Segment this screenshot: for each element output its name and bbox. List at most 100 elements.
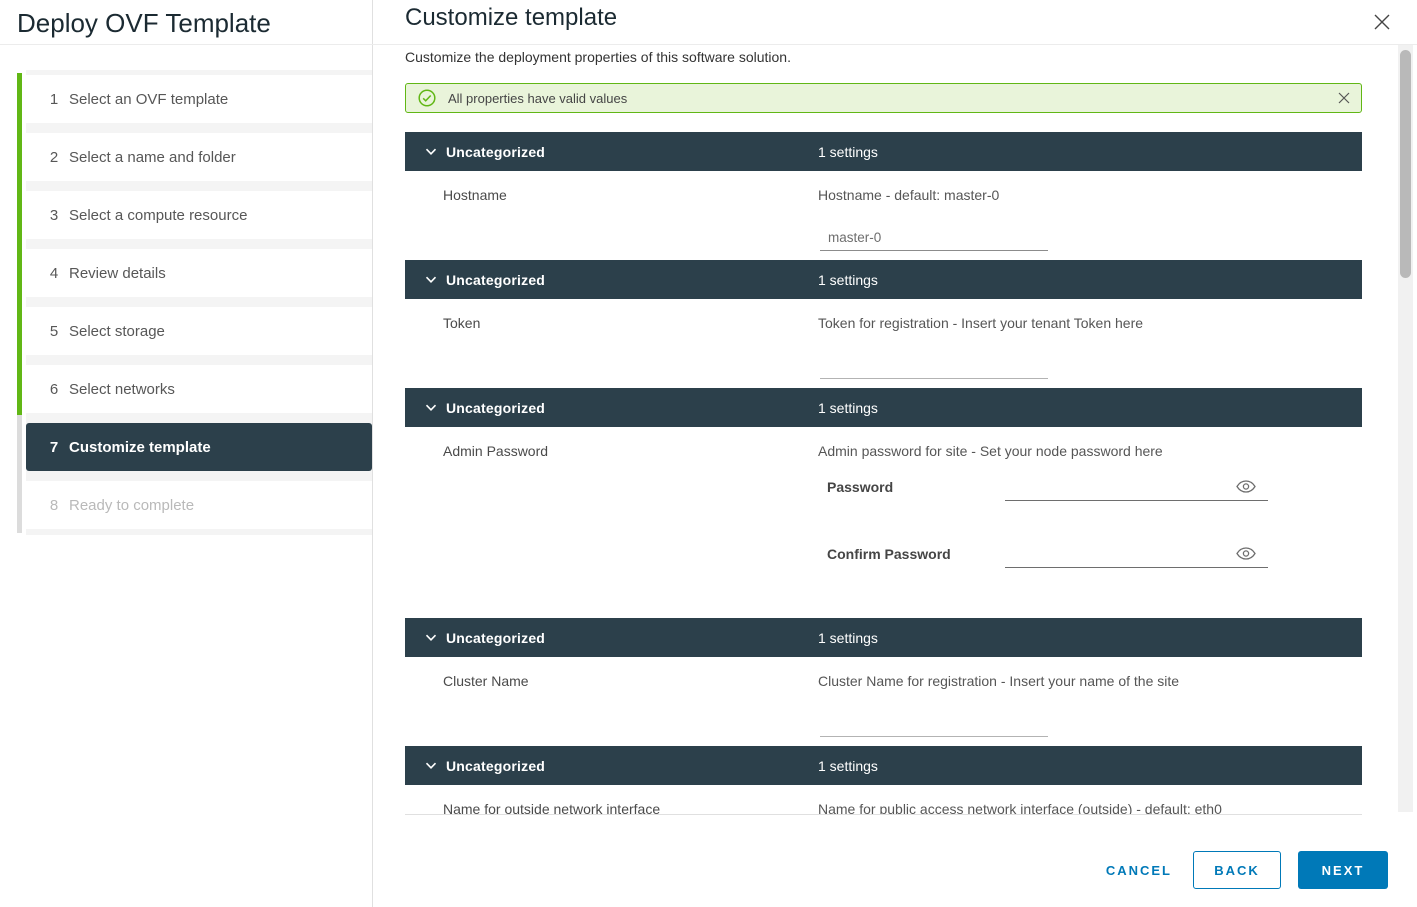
section-settings-count: 1 settings [818, 400, 878, 416]
property-section-2: Uncategorized 1 settings Token Token for re… [405, 260, 1362, 388]
section-title: Uncategorized [446, 400, 545, 416]
password-input-box [1005, 471, 1268, 501]
section-settings-count: 1 settings [818, 758, 878, 774]
property-description: Name for public access network interface… [818, 801, 1222, 815]
step-label: Select networks [69, 381, 175, 398]
property-row-admin-password: Admin Password Admin password for site - … [405, 427, 1362, 618]
section-header[interactable]: Uncategorized 1 settings [405, 618, 1362, 657]
section-title: Uncategorized [446, 758, 545, 774]
section-title: Uncategorized [446, 630, 545, 646]
next-button[interactable]: NEXT [1298, 851, 1388, 889]
step-number: 3 [47, 207, 61, 224]
wizard-sidebar: Deploy OVF Template 1 Select an OVF templ… [0, 0, 373, 907]
wizard-step-ready-to-complete: 8 Ready to complete [26, 481, 372, 529]
property-description: Token for registration - Insert your ten… [818, 315, 1143, 331]
progress-track [17, 73, 22, 533]
wizard-step-select-a-name-and-folder[interactable]: 2 Select a name and folder [26, 133, 372, 181]
customize-template-content: All properties have valid values Uncateg… [405, 83, 1362, 815]
section-header[interactable]: Uncategorized 1 settings [405, 260, 1362, 299]
chevron-down-icon [425, 634, 437, 642]
wizard-step-select-storage[interactable]: 5 Select storage [26, 307, 372, 355]
step-number: 2 [47, 149, 61, 166]
property-label: Token [443, 315, 480, 331]
chevron-down-icon [425, 404, 437, 412]
eye-icon[interactable] [1236, 480, 1256, 493]
token-input[interactable] [820, 358, 1048, 379]
step-number: 8 [47, 497, 61, 514]
step-label: Select an OVF template [69, 91, 228, 108]
property-label: Cluster Name [443, 673, 529, 689]
section-title: Uncategorized [446, 272, 545, 288]
section-header[interactable]: Uncategorized 1 settings [405, 132, 1362, 171]
cancel-button[interactable]: CANCEL [1102, 863, 1176, 878]
wizard-step-review-details[interactable]: 4 Review details [26, 249, 372, 297]
password-field-label: Password [827, 479, 893, 495]
step-label: Select a name and folder [69, 149, 236, 166]
password-field-label: Confirm Password [827, 546, 951, 562]
step-label: Select a compute resource [69, 207, 247, 224]
section-header[interactable]: Uncategorized 1 settings [405, 746, 1362, 785]
property-section-4: Uncategorized1 settingsCluster NameClust… [405, 618, 1362, 746]
step-number: 5 [47, 323, 61, 340]
wizard-step-select-an-ovf-template[interactable]: 1 Select an OVF template [26, 75, 372, 123]
step-number: 6 [47, 381, 61, 398]
step-number: 7 [47, 439, 61, 456]
property-row-name-for-outside-network-interface: Name for outside network interface Name f… [405, 785, 1362, 815]
check-circle-icon [418, 89, 436, 107]
section-header[interactable]: Uncategorized 1 settings [405, 388, 1362, 427]
property-sections: Uncategorized1 settingsHostnameHostname … [405, 132, 1362, 815]
wizard-step-customize-template[interactable]: 7 Customize template [26, 423, 372, 471]
confirm-password-input-box [1005, 538, 1268, 568]
section-settings-count: 1 settings [818, 630, 878, 646]
page-title: Customize template [405, 4, 617, 32]
property-description: Hostname - default: master-0 [818, 187, 999, 203]
property-row-token: Token Token for registration - Insert you… [405, 299, 1362, 388]
banner-message: All properties have valid values [448, 91, 627, 106]
eye-icon[interactable] [1236, 547, 1256, 560]
step-number: 1 [47, 91, 61, 108]
property-section-5: Uncategorized 1 settings Name for outside … [405, 746, 1362, 815]
property-label: Admin Password [443, 443, 548, 459]
progress-completed-bar [17, 73, 22, 415]
property-section-1: Uncategorized1 settingsHostnameHostname … [405, 132, 1362, 260]
deploy-ovf-template-dialog: Deploy OVF Template 1 Select an OVF templ… [0, 0, 1417, 907]
property-section-3: Uncategorized1 settingsAdmin PasswordAdm… [405, 388, 1362, 618]
dialog-header-divider [0, 44, 1417, 45]
step-label: Customize template [69, 439, 211, 456]
property-row-cluster-name: Cluster Name Cluster Name for registratio… [405, 657, 1362, 746]
hostname-input[interactable] [820, 230, 1048, 251]
cluster-name-input[interactable] [820, 716, 1048, 737]
banner-dismiss-icon[interactable] [1336, 91, 1352, 107]
chevron-down-icon [425, 148, 437, 156]
step-label: Ready to complete [69, 497, 194, 514]
back-button[interactable]: BACK [1193, 851, 1281, 889]
wizard-step-select-a-compute-resource[interactable]: 3 Select a compute resource [26, 191, 372, 239]
step-label: Select storage [69, 323, 165, 340]
property-row-hostname: Hostname Hostname - default: master-0 [405, 171, 1362, 260]
property-description: Cluster Name for registration - Insert y… [818, 673, 1179, 689]
wizard-footer: CANCEL BACK NEXT [1102, 851, 1388, 889]
chevron-down-icon [425, 762, 437, 770]
password-input[interactable] [1005, 471, 1225, 500]
property-label: Hostname [443, 187, 507, 203]
section-title: Uncategorized [446, 144, 545, 160]
property-description: Admin password for site - Set your node … [818, 443, 1163, 459]
password-input-row: Password [827, 471, 1268, 501]
validation-banner: All properties have valid values [405, 83, 1362, 113]
step-label: Review details [69, 265, 166, 282]
scrollbar-track[interactable] [1398, 45, 1413, 812]
chevron-down-icon [425, 276, 437, 284]
wizard-title: Deploy OVF Template [0, 0, 372, 39]
scrollbar-thumb[interactable] [1400, 50, 1411, 278]
confirm-password-input-row: Confirm Password [827, 538, 1268, 568]
wizard-step-list: 1 Select an OVF template 2 Select a name an… [26, 70, 372, 535]
close-icon[interactable] [1372, 12, 1392, 32]
section-settings-count: 1 settings [818, 272, 878, 288]
wizard-main-pane: Customize template Customize the deploym… [373, 0, 1417, 907]
section-settings-count: 1 settings [818, 144, 878, 160]
step-number: 4 [47, 265, 61, 282]
confirm-password-input[interactable] [1005, 538, 1225, 567]
property-label: Name for outside network interface [443, 801, 660, 815]
wizard-step-select-networks[interactable]: 6 Select networks [26, 365, 372, 413]
page-subtitle: Customize the deployment properties of t… [405, 49, 791, 65]
